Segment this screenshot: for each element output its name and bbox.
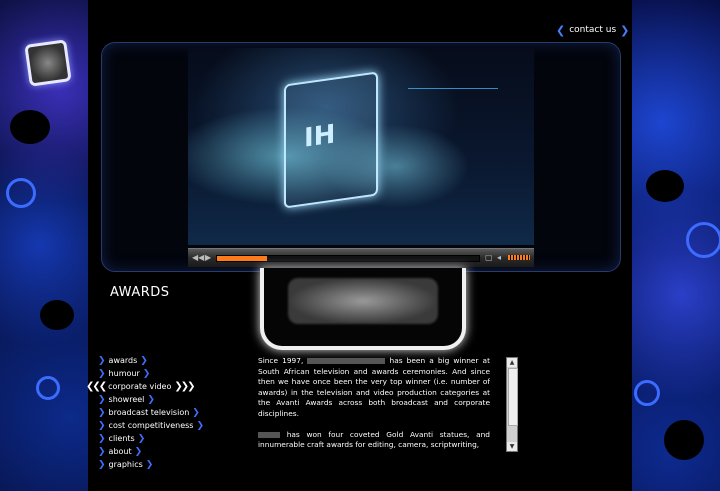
ink-splat: [10, 110, 50, 144]
chevron-right-icon: ❯: [620, 23, 630, 37]
volume-icon[interactable]: ◂: [497, 252, 501, 264]
chevron-right-icon: ❯: [98, 420, 106, 431]
ink-splat: [40, 300, 74, 330]
nav-item-awards[interactable]: ❯ awards ❯: [86, 354, 226, 367]
nav-item-cost-competitiveness[interactable]: ❯ cost competitiveness ❯: [86, 419, 226, 432]
site-logo[interactable]: [24, 39, 72, 87]
nav-item-clients[interactable]: ❯ clients ❯: [86, 432, 226, 445]
side-navigation: ❯ awards ❯ ❯ humour ❯ ❮❮❮ corporate video ❯❯❯ ❯ sh…: [86, 354, 226, 471]
nav-item-showreel[interactable]: ❯ showreel ❯: [86, 393, 226, 406]
chevron-right-icon: ❯: [98, 394, 106, 405]
chevron-left-icon: ❮: [556, 23, 566, 37]
nav-item-graphics[interactable]: ❯ graphics ❯: [86, 458, 226, 471]
rewind-icon[interactable]: ◀◀: [192, 252, 204, 264]
hud-overlay: [408, 88, 498, 139]
chevron-right-icon: ❯: [196, 420, 205, 431]
play-icon[interactable]: ▶: [205, 252, 211, 264]
paragraph-1: Since 1997, has been a big winner at Sou…: [258, 356, 490, 420]
scroll-thumb[interactable]: [508, 368, 518, 426]
paragraph-2: has won four coveted Gold Avanti statues…: [258, 430, 490, 450]
nav-item-label: humour: [108, 369, 140, 378]
chevron-right-icon: ❯: [98, 368, 106, 379]
awards-text: Since 1997, has been a big winner at Sou…: [258, 356, 490, 450]
nav-item-label: cost competitiveness: [108, 421, 194, 430]
ink-splat: [646, 170, 684, 202]
redacted-name: [307, 358, 386, 364]
ring-decoration: [6, 178, 36, 208]
volume-bar[interactable]: [508, 255, 530, 260]
double-chevron-left-icon: ❮❮❮: [86, 381, 107, 392]
chevron-right-icon: ❯: [140, 355, 148, 366]
nav-item-corporate-video[interactable]: ❮❮❮ corporate video ❯❯❯: [86, 380, 226, 393]
nav-item-label: corporate video: [108, 382, 172, 391]
text-scrollbar[interactable]: ▲ ▼: [506, 357, 518, 452]
ring-decoration: [36, 376, 60, 400]
nav-item-about[interactable]: ❯ about ❯: [86, 445, 226, 458]
paragraph-1-start: Since 1997,: [258, 356, 304, 365]
chevron-right-icon: ❯: [98, 459, 106, 470]
blurred-image: [288, 278, 438, 324]
video-controls: ◀◀ ▶ ▢ ◂: [188, 248, 534, 267]
fullscreen-icon[interactable]: ▢: [485, 252, 493, 264]
nav-item-label: graphics: [108, 460, 143, 469]
page-title: AWARDS: [110, 285, 170, 300]
nav-item-label: showreel: [108, 395, 145, 404]
chevron-right-icon: ❯: [147, 394, 155, 405]
progress-track[interactable]: [216, 255, 480, 262]
contact-us-link[interactable]: ❮ contact us ❯: [556, 23, 629, 37]
chevron-right-icon: ❯: [142, 368, 151, 379]
video-player[interactable]: IH: [188, 48, 534, 245]
progress-fill: [217, 256, 267, 261]
chevron-right-icon: ❯: [192, 407, 200, 418]
scroll-up-icon[interactable]: ▲: [507, 358, 517, 367]
nav-item-label: clients: [108, 434, 135, 443]
decorative-frame: [260, 268, 466, 350]
paragraph-2-text: has won four coveted Gold Avanti statues…: [258, 429, 490, 450]
ring-decoration: [634, 380, 660, 406]
double-chevron-right-icon: ❯❯❯: [174, 381, 195, 392]
ink-splat: [664, 420, 704, 460]
chevron-right-icon: ❯: [134, 446, 143, 457]
hologram-screen: IH: [284, 71, 378, 209]
nav-item-label: about: [108, 447, 132, 456]
nav-item-broadcast-television[interactable]: ❯ broadcast television ❯: [86, 406, 226, 419]
scroll-down-icon[interactable]: ▼: [507, 442, 517, 451]
chevron-right-icon: ❯: [137, 433, 146, 444]
contact-us-label: contact us: [569, 25, 617, 35]
nav-item-label: awards: [108, 356, 138, 365]
chevron-right-icon: ❯: [98, 433, 106, 444]
chevron-right-icon: ❯: [98, 446, 106, 457]
hologram-text: IH: [304, 119, 336, 154]
paragraph-1-rest: has been a big winner at South African t…: [258, 356, 490, 418]
chevron-right-icon: ❯: [98, 355, 106, 366]
ring-decoration: [686, 222, 720, 258]
chevron-right-icon: ❯: [98, 407, 106, 418]
nav-item-humour[interactable]: ❯ humour ❯: [86, 367, 226, 380]
redacted-name: [258, 431, 280, 438]
nav-item-label: broadcast television: [108, 408, 190, 417]
chevron-right-icon: ❯: [145, 459, 154, 470]
right-decorative-panel: [624, 0, 720, 491]
